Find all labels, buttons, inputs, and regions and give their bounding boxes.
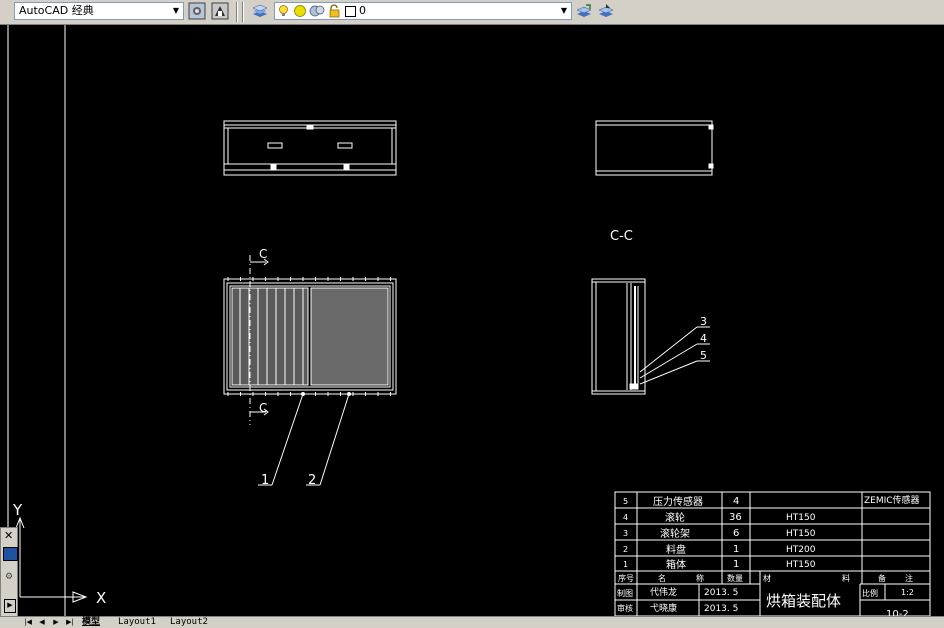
palette-options-icon[interactable]: ⚙ [5, 572, 15, 586]
section-view: 3 4 5 [591, 278, 710, 395]
chevron-down-icon: ▼ [560, 6, 568, 15]
svg-text:注: 注 [905, 573, 913, 583]
side-view [595, 120, 714, 176]
svg-text:1: 1 [733, 559, 739, 570]
tab-layout2[interactable]: Layout2 [170, 617, 208, 627]
palette-thumbnail-icon[interactable] [3, 547, 18, 561]
scale-value: 1:2 [901, 588, 914, 597]
balloon-5: 5 [700, 349, 707, 362]
tab-layout1[interactable]: Layout1 [118, 617, 156, 627]
svg-text:6: 6 [733, 528, 739, 539]
close-icon[interactable]: ✕ [4, 530, 13, 541]
layer-previous-icon[interactable] [575, 2, 593, 20]
svg-text:36: 36 [729, 512, 742, 523]
workspace-value: AutoCAD 经典 [19, 4, 94, 17]
part-row-3: 3 滚轮架 6 HT150 [623, 527, 816, 540]
last-tab-button[interactable]: ▶| [64, 617, 76, 627]
layer-name: 0 [359, 4, 366, 17]
light-bulb-icon[interactable] [277, 4, 290, 23]
svg-text:1: 1 [623, 560, 628, 569]
svg-text:2013. 5: 2013. 5 [704, 588, 738, 598]
svg-text:HT150: HT150 [786, 513, 816, 523]
checked-by-row: 审核 弋晓康 2013. 5 [617, 602, 738, 614]
ucs-y-label: Y [12, 501, 23, 519]
cut-mark-top: C [259, 247, 267, 261]
part-row-4: 4 滚轮 36 HT150 [623, 511, 816, 524]
svg-text:4: 4 [733, 496, 739, 507]
svg-text:料: 料 [842, 573, 850, 583]
svg-text:序号: 序号 [618, 573, 634, 583]
cut-mark-bottom: C [259, 401, 267, 415]
layer-dropdown[interactable]: 0 ▼ [274, 2, 572, 20]
svg-text:HT200: HT200 [786, 545, 816, 555]
layer-state-icon[interactable] [597, 2, 615, 20]
svg-text:制图: 制图 [617, 588, 633, 598]
workspace-settings-icon[interactable] [188, 2, 206, 20]
right-tray-grid [310, 287, 389, 386]
first-tab-button[interactable]: |◀ [22, 617, 34, 627]
svg-text:称: 称 [696, 573, 704, 583]
svg-text:HT150: HT150 [786, 560, 816, 570]
svg-text:滚轮架: 滚轮架 [660, 527, 690, 540]
tab-model[interactable]: 模型 [82, 617, 100, 627]
balloon-1: 1 [261, 473, 269, 488]
svg-text:2: 2 [623, 545, 628, 554]
balloon-3: 3 [700, 315, 707, 328]
layer-color-swatch-icon [345, 6, 356, 17]
parts-header-row: 序号 名 称 数量 材 料 备 注 [618, 573, 913, 583]
drawing-title: 烘箱装配体 [766, 592, 841, 610]
properties-palette[interactable]: ✕ ⚙ ▶ [0, 527, 18, 617]
svg-text:料盘: 料盘 [666, 543, 686, 556]
svg-text:备: 备 [878, 573, 886, 583]
svg-text:2013. 5: 2013. 5 [704, 604, 738, 614]
part-row-5: 5 压力传感器 4 ZEMIC传感器 [623, 494, 920, 508]
prev-tab-button[interactable]: ◀ [36, 617, 48, 627]
left-tray-roller-grid [231, 287, 309, 386]
svg-text:代伟龙: 代伟龙 [650, 586, 677, 598]
balloon-4: 4 [700, 332, 707, 345]
svg-text:1: 1 [733, 544, 739, 555]
ucs-icon: X Y [12, 501, 106, 607]
svg-text:审核: 审核 [617, 603, 633, 613]
svg-text:数量: 数量 [727, 573, 743, 583]
next-tab-button[interactable]: ▶ [50, 617, 62, 627]
layout-tab-bar: |◀ ◀ ▶ ▶| 模型 Layout1 Layout2 [0, 616, 944, 628]
svg-text:箱体: 箱体 [666, 558, 686, 571]
svg-text:HT150: HT150 [786, 529, 816, 539]
leader-lines-left: 1 2 [258, 392, 351, 488]
ucs-x-label: X [96, 589, 106, 607]
section-label: C-C [610, 229, 633, 244]
palette-expand-icon[interactable]: ▶ [4, 599, 16, 613]
workspace-save-icon[interactable] [211, 2, 229, 20]
layer-manager-icon[interactable] [251, 2, 269, 20]
part-row-1: 1 箱体 1 HT150 [623, 558, 816, 571]
freeze-icon[interactable] [309, 4, 325, 23]
svg-text:滚轮: 滚轮 [665, 511, 685, 524]
chevron-down-icon: ▼ [172, 6, 180, 15]
workspace-dropdown[interactable]: AutoCAD 经典 ▼ [14, 2, 184, 20]
balloon-2: 2 [308, 473, 316, 488]
drawing-number: 10-2 [886, 609, 909, 616]
standard-toolbar: AutoCAD 经典 ▼ 0 ▼ [0, 0, 944, 25]
svg-text:压力传感器: 压力传感器 [653, 495, 703, 508]
svg-text:3: 3 [623, 529, 628, 538]
drawn-by-row: 制图 代伟龙 2013. 5 [617, 586, 738, 598]
part-row-2: 2 料盘 1 HT200 [623, 543, 816, 556]
front-view [223, 120, 397, 176]
lock-icon[interactable] [327, 4, 341, 23]
svg-text:4: 4 [623, 513, 628, 522]
svg-text:材: 材 [763, 573, 771, 583]
sun-icon[interactable] [293, 4, 307, 23]
svg-text:名: 名 [658, 573, 666, 583]
svg-text:ZEMIC传感器: ZEMIC传感器 [864, 494, 920, 506]
scale-label: 比例 [862, 588, 878, 598]
drawing-canvas[interactable]: C-C C C 1 2 3 4 5 X Y 5 压力传感器 4 ZEMIC传感器… [0, 25, 944, 616]
svg-text:弋晓康: 弋晓康 [650, 602, 677, 614]
svg-text:5: 5 [623, 497, 628, 506]
